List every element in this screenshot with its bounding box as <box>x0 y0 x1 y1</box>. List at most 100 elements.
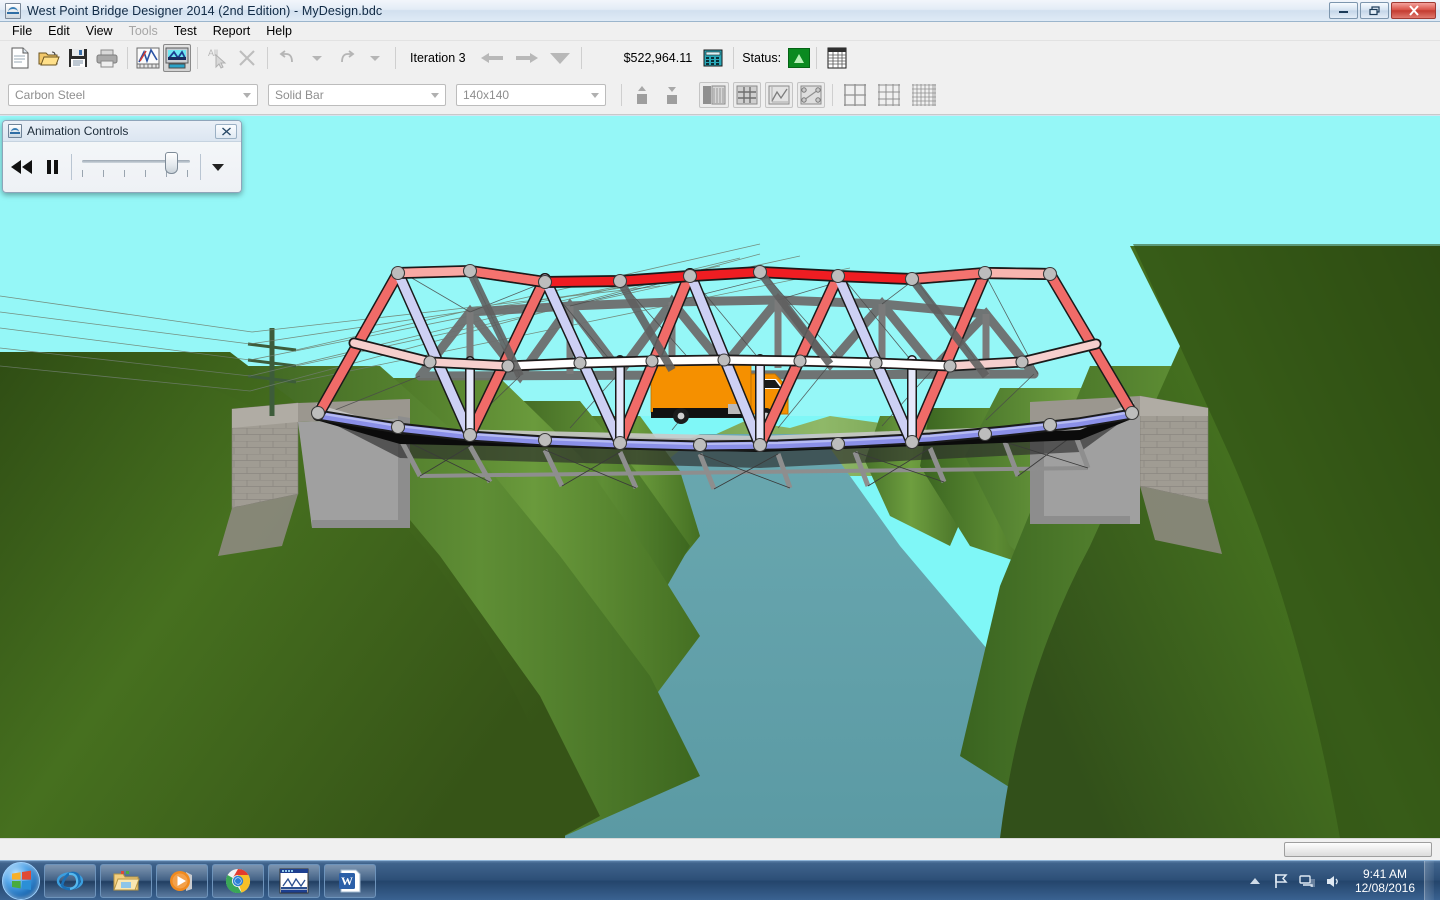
status-bar <box>0 838 1440 860</box>
toolbar-separator <box>267 47 268 69</box>
new-icon[interactable] <box>6 44 34 72</box>
toolbar-separator <box>816 47 818 69</box>
previous-iteration-icon <box>475 44 509 72</box>
taskbar-clock[interactable]: 9:41 AM 12/08/2016 <box>1355 867 1415 895</box>
animation-controls-titlebar: Animation Controls <box>3 121 241 142</box>
taskbar-bridge-designer[interactable] <box>268 863 320 898</box>
report-table-icon[interactable] <box>823 44 851 72</box>
member-decrease-icon <box>659 82 685 108</box>
animation-controls-title: Animation Controls <box>27 124 129 138</box>
pause-button[interactable] <box>37 152 67 182</box>
grid-4x4-icon <box>874 81 904 109</box>
animation-controls-close-button[interactable] <box>215 124 237 139</box>
cross-section-value: Solid Bar <box>275 87 324 102</box>
window-controls <box>1329 2 1436 19</box>
network-icon[interactable] <box>1299 873 1316 890</box>
iteration-dropdown-icon <box>545 44 575 72</box>
material-select[interactable]: Carbon Steel <box>8 83 258 106</box>
size-select[interactable]: 140x140 <box>456 83 606 106</box>
toolbar-separator <box>733 47 735 69</box>
deck-view-icon <box>699 81 729 108</box>
animation-options-dropdown[interactable] <box>205 154 231 180</box>
toolbar-separator <box>197 47 198 69</box>
properties-toolbar: Carbon Steel Solid Bar 140x140 <box>0 75 1440 115</box>
clock-time: 9:41 AM <box>1362 867 1407 881</box>
menu-view[interactable]: View <box>78 22 121 40</box>
undo-dropdown-icon <box>303 44 331 72</box>
restore-button[interactable] <box>1360 2 1389 19</box>
grid-coarse-icon <box>733 81 761 108</box>
start-button[interactable] <box>2 861 40 900</box>
toolbar-separator <box>832 83 833 106</box>
bridge-scene <box>0 116 1440 838</box>
menu-tools: Tools <box>128 24 158 38</box>
cost-value: $522,964.11 <box>623 51 693 65</box>
show-hidden-icons-button[interactable] <box>1247 873 1264 890</box>
animation-controls-panel[interactable]: Animation Controls <box>2 120 242 193</box>
save-icon[interactable] <box>64 44 92 72</box>
toolbar-separator <box>127 47 128 69</box>
graph-icon <box>765 81 793 108</box>
minimize-button[interactable] <box>1329 2 1358 19</box>
chevron-down-icon <box>431 92 439 98</box>
animation-controls-body <box>3 142 241 192</box>
action-center-flag-icon[interactable] <box>1273 873 1290 890</box>
taskbar-chrome[interactable] <box>212 863 264 898</box>
status-up-arrow-icon <box>794 53 805 63</box>
member-increase-icon <box>629 82 655 108</box>
chevron-down-icon <box>591 92 599 98</box>
bridge-3d-viewport[interactable] <box>0 116 1440 838</box>
animation-speed-slider[interactable] <box>80 150 192 184</box>
grid-2x2-icon <box>840 81 870 109</box>
animation-icon <box>8 124 22 138</box>
taskbar-media-player[interactable] <box>156 863 208 898</box>
clock-date: 12/08/2016 <box>1354 881 1415 895</box>
select-all-icon: All <box>204 44 232 72</box>
window-title: West Point Bridge Designer 2014 (2nd Edi… <box>27 3 383 18</box>
material-value: Carbon Steel <box>15 87 86 102</box>
menu-report[interactable]: Report <box>205 22 259 40</box>
undo-icon <box>274 44 302 72</box>
next-iteration-icon <box>510 44 544 72</box>
template-icon <box>797 81 825 108</box>
toolbar-separator <box>395 47 396 69</box>
toolbar-separator <box>580 47 582 69</box>
calculator-icon[interactable] <box>699 44 727 72</box>
menu-bar: File Edit View Tools Test Report Help <box>0 22 1440 41</box>
taskbar-internet-explorer[interactable] <box>44 863 96 898</box>
print-icon[interactable] <box>93 44 121 72</box>
taskbar-file-explorer[interactable] <box>100 863 152 898</box>
iteration-label: Iteration 3 <box>410 51 466 65</box>
redo-icon <box>332 44 360 72</box>
slider-thumb[interactable] <box>165 152 178 174</box>
close-button[interactable] <box>1391 2 1436 19</box>
cross-section-select[interactable]: Solid Bar <box>268 83 446 106</box>
load-test-icon[interactable] <box>134 44 162 72</box>
open-icon[interactable] <box>35 44 63 72</box>
taskbar-word[interactable]: W <box>324 863 376 898</box>
bridge-app-icon <box>5 2 21 19</box>
grid-8x8-icon <box>908 81 940 109</box>
menu-edit[interactable]: Edit <box>40 22 78 40</box>
redo-dropdown-icon <box>361 44 389 72</box>
taskbar: W 9:41 AM 12/08/2016 <box>0 860 1440 900</box>
rewind-button[interactable] <box>7 152 37 182</box>
system-tray: 9:41 AM 12/08/2016 <box>1247 861 1440 900</box>
show-desktop-button[interactable] <box>1424 861 1434 900</box>
menu-help[interactable]: Help <box>258 22 300 40</box>
divider <box>200 154 201 180</box>
menu-file[interactable]: File <box>4 22 40 40</box>
title-bar: West Point Bridge Designer 2014 (2nd Edi… <box>0 0 1440 22</box>
chevron-down-icon <box>243 92 251 98</box>
volume-icon[interactable] <box>1325 873 1342 890</box>
status-badge <box>788 48 811 68</box>
divider <box>71 154 72 180</box>
3d-view-icon[interactable] <box>163 44 191 72</box>
svg-text:W: W <box>341 874 353 888</box>
size-value: 140x140 <box>463 87 510 102</box>
menu-test[interactable]: Test <box>166 22 205 40</box>
application-window: West Point Bridge Designer 2014 (2nd Edi… <box>0 0 1440 900</box>
status-bar-panel <box>1284 842 1432 857</box>
toolbar-separator <box>621 83 622 106</box>
delete-icon <box>233 44 261 72</box>
